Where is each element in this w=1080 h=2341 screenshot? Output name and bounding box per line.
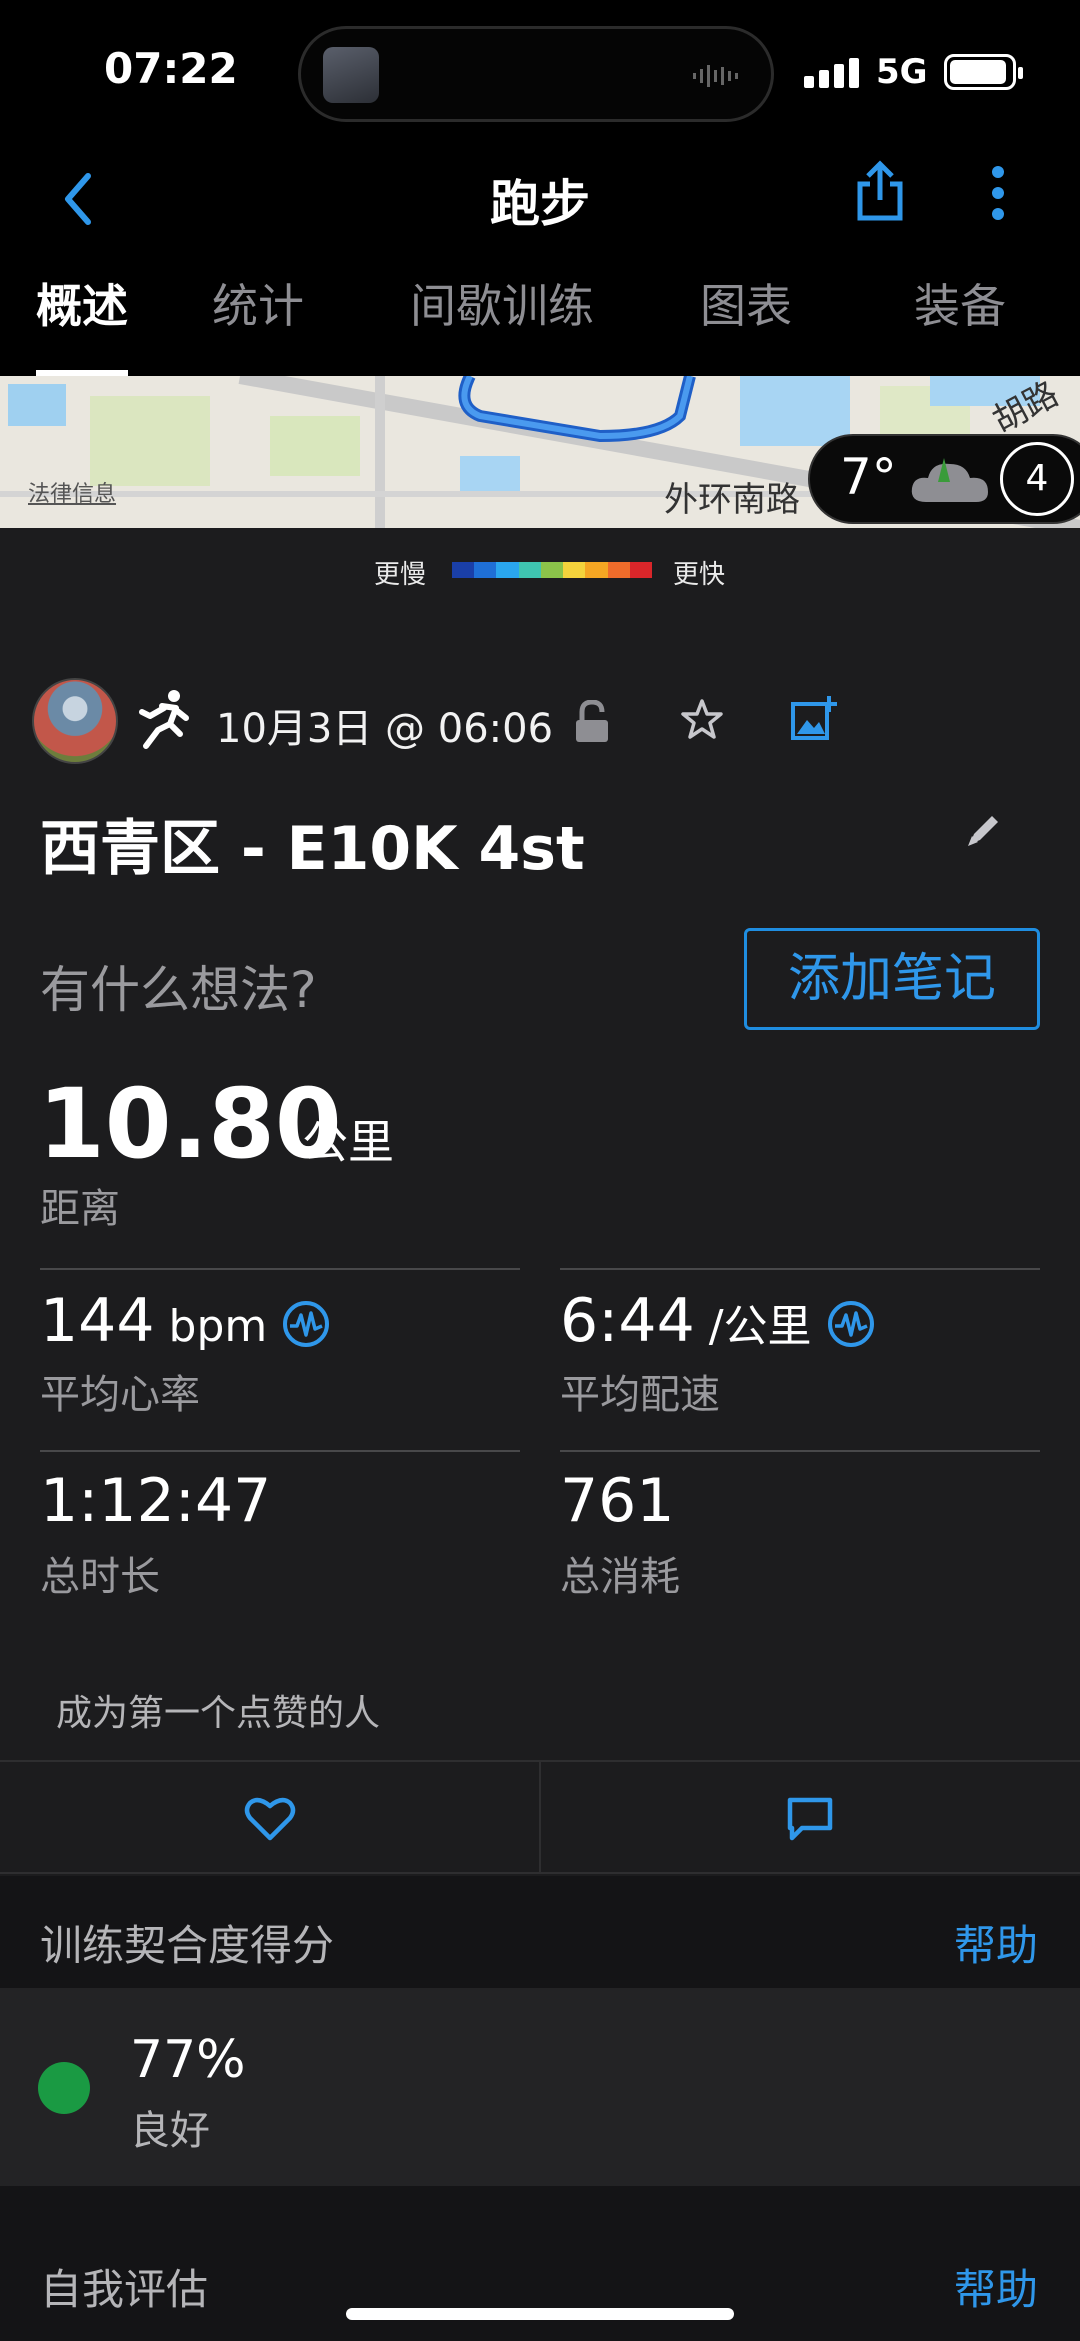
status-bar: 07:22 5G <box>0 0 1080 140</box>
edit-pencil-icon[interactable] <box>964 810 1004 850</box>
pace-color-swatch <box>518 562 541 578</box>
distance-label: 距离 <box>40 1186 120 1232</box>
more-options-icon[interactable] <box>990 164 1006 222</box>
unlock-icon[interactable] <box>574 700 610 744</box>
star-icon[interactable] <box>680 698 724 742</box>
self-eval-title: 自我评估 <box>40 2265 209 2314</box>
now-playing-thumbnail <box>323 47 379 103</box>
cellular-signal-icon <box>804 58 859 88</box>
add-photo-icon[interactable] <box>790 694 838 742</box>
dynamic-island[interactable] <box>298 26 774 122</box>
pulse-icon <box>283 1301 330 1348</box>
weather-temperature: 7° <box>840 448 897 506</box>
self-eval-help-link[interactable]: 帮助 <box>954 2256 1038 2317</box>
running-icon <box>139 690 189 749</box>
map-legal-link[interactable]: 法律信息 <box>28 476 116 508</box>
stat-divider <box>560 1450 1040 1452</box>
tab-overview[interactable]: 概述 <box>36 270 128 336</box>
pace-color-swatch <box>563 562 586 578</box>
thoughts-prompt[interactable]: 有什么想法? <box>40 950 317 1022</box>
legend-slower-label: 更慢 <box>374 560 427 590</box>
pace-color-swatch <box>629 562 652 578</box>
status-time: 07:22 <box>104 44 238 93</box>
calories-label: 总消耗 <box>560 1554 680 1600</box>
training-fit-rating: 良好 <box>130 2108 210 2154</box>
pace-color-swatch <box>474 562 497 578</box>
pace-color-swatch <box>607 562 630 578</box>
pace-color-swatch <box>585 562 608 578</box>
audio-wave-icon <box>693 65 738 87</box>
avg-heart-rate-stat[interactable]: 144 bpm <box>40 1286 331 1356</box>
training-fit-header: 训练契合度得分 帮助 <box>0 1876 1080 1988</box>
avg-heart-rate-value: 144 <box>40 1286 155 1356</box>
tab-charts[interactable]: 图表 <box>700 270 792 336</box>
social-action-row <box>0 1760 1080 1874</box>
avg-pace-stat[interactable]: 6:44 /公里 <box>560 1286 876 1356</box>
home-indicator[interactable] <box>346 2308 734 2320</box>
distance-value: 10.80 <box>38 1068 342 1180</box>
tab-gear[interactable]: 装备 <box>914 270 1006 336</box>
activity-date: 10月3日 @ 06:06 <box>216 706 554 752</box>
pace-color-swatch <box>452 562 475 578</box>
avg-pace-value: 6:44 <box>560 1286 695 1356</box>
stat-divider <box>560 1268 1040 1270</box>
training-fit-help-link[interactable]: 帮助 <box>954 1912 1038 1973</box>
tab-stats[interactable]: 统计 <box>212 270 304 336</box>
status-dot <box>38 2062 90 2114</box>
add-note-button[interactable]: 添加笔记 <box>744 928 1040 1030</box>
page-title: 跑步 <box>490 175 590 233</box>
map-road-label: 外环南路 <box>664 480 800 520</box>
avg-heart-rate-unit: bpm <box>154 1301 268 1352</box>
tab-intervals[interactable]: 间歇训练 <box>410 270 594 336</box>
legend-faster-label: 更快 <box>673 560 726 590</box>
pulse-icon <box>827 1301 874 1348</box>
avg-pace-unit: /公里 <box>694 1301 812 1352</box>
action-divider <box>539 1762 541 1872</box>
duration-label: 总时长 <box>40 1554 160 1600</box>
stat-divider <box>40 1450 520 1452</box>
calories-value: 761 <box>560 1466 675 1536</box>
pace-color-swatch <box>496 562 519 578</box>
likes-text: 成为第一个点赞的人 <box>56 1693 381 1734</box>
pace-color-scale <box>452 562 652 578</box>
avatar[interactable] <box>32 678 118 764</box>
pace-legend: 更慢 更快 <box>0 548 1080 594</box>
tab-bar: 概述 统计 间歇训练 图表 装备 <box>0 270 1080 378</box>
comment-icon[interactable] <box>786 1796 834 1842</box>
battery-icon <box>944 54 1023 90</box>
training-fit-title: 训练契合度得分 <box>40 1921 335 1970</box>
weather-badge: 4 <box>1000 442 1074 516</box>
navigation-bar: 跑步 概述 统计 间歇训练 图表 装备 <box>0 140 1080 378</box>
distance-unit: 公里 <box>302 1115 394 1169</box>
network-type: 5G <box>876 52 928 92</box>
activity-title[interactable]: 西青区 - E10K 4st <box>40 800 585 887</box>
cloud-icon <box>911 458 988 502</box>
avg-pace-label: 平均配速 <box>560 1372 720 1418</box>
weather-chip[interactable]: 7° 4 <box>808 434 1080 524</box>
pace-color-swatch <box>540 562 564 578</box>
avg-heart-rate-label: 平均心率 <box>40 1372 200 1418</box>
training-fit-score: 77% <box>130 2030 246 2090</box>
stat-divider <box>40 1268 520 1270</box>
duration-value: 1:12:47 <box>40 1466 272 1536</box>
heart-icon[interactable] <box>244 1796 296 1842</box>
share-icon[interactable] <box>852 158 908 222</box>
